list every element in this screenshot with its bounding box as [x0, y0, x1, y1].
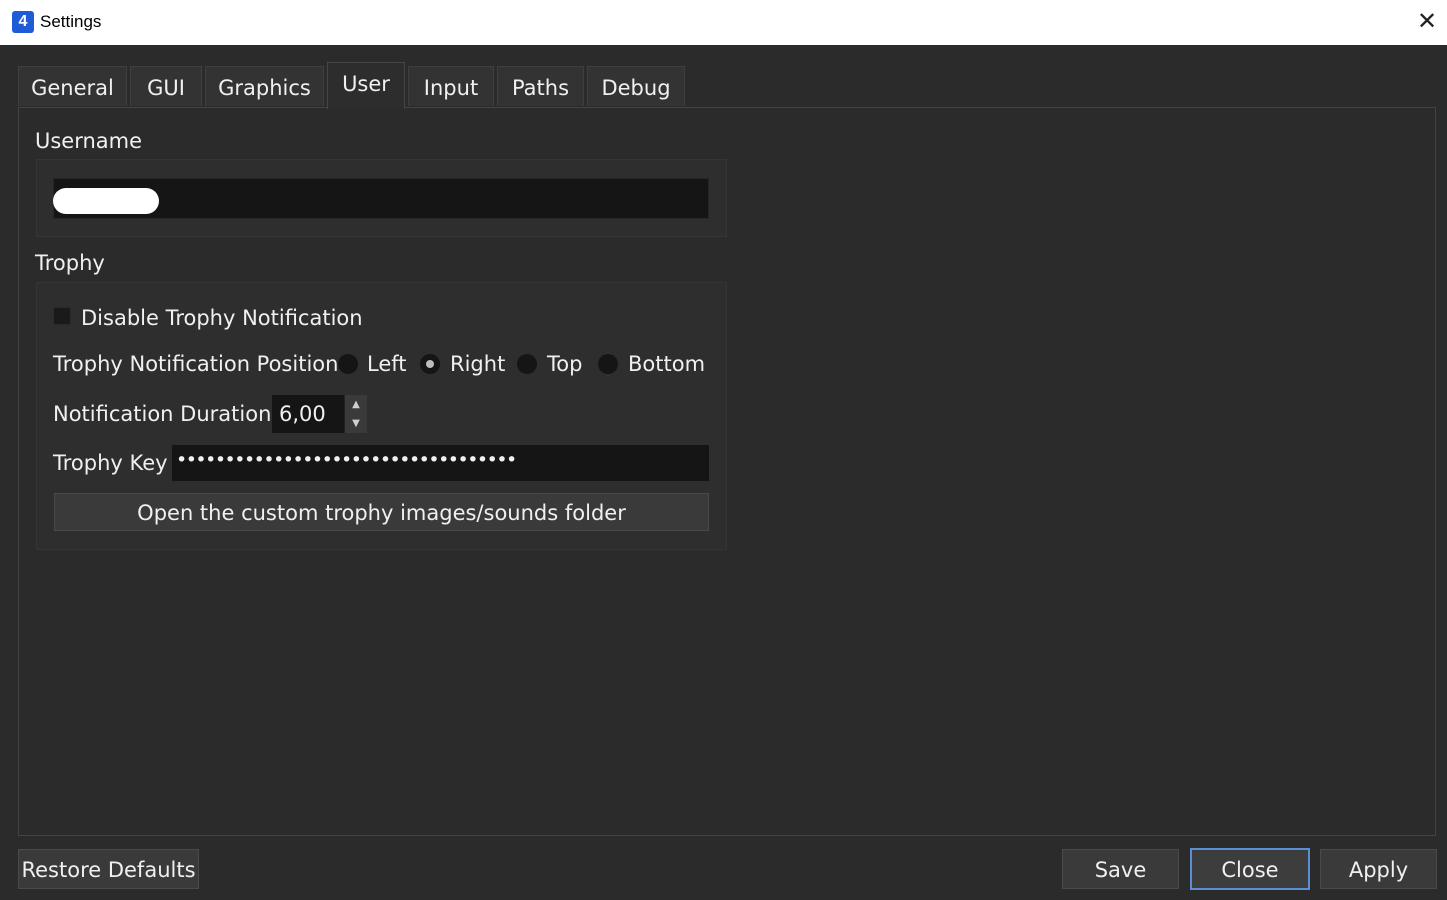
redacted-username: [53, 188, 159, 214]
position-top-radio[interactable]: [517, 354, 537, 374]
tab-general[interactable]: General: [18, 66, 127, 106]
trophy-position-label: Trophy Notification Position: [53, 352, 339, 376]
duration-value[interactable]: 6,00: [279, 402, 326, 426]
disable-trophy-notification-label[interactable]: Disable Trophy Notification: [81, 306, 363, 330]
notification-duration-label: Notification Duration: [53, 402, 272, 426]
open-trophy-folder-button[interactable]: Open the custom trophy images/sounds fol…: [54, 493, 709, 531]
disable-trophy-notification-checkbox[interactable]: [53, 307, 71, 325]
position-right-label[interactable]: Right: [450, 352, 505, 376]
trophy-group-label: Trophy: [35, 251, 105, 275]
position-left-radio[interactable]: [338, 354, 358, 374]
position-bottom-label[interactable]: Bottom: [628, 352, 705, 376]
position-top-label[interactable]: Top: [547, 352, 582, 376]
trophy-key-input[interactable]: •••••••••••••••••••••••••••••••••••: [172, 445, 709, 481]
position-right-radio[interactable]: [420, 354, 440, 374]
restore-defaults-button[interactable]: Restore Defaults: [18, 849, 199, 889]
tab-input[interactable]: Input: [408, 66, 494, 106]
tab-user[interactable]: User: [327, 62, 405, 109]
close-button[interactable]: Close: [1190, 848, 1310, 890]
trophy-key-label: Trophy Key: [53, 451, 168, 475]
window-title: Settings: [40, 12, 102, 31]
title-bar: 4 Settings ✕: [0, 0, 1447, 45]
app-logo-icon: 4: [12, 11, 34, 33]
position-left-label[interactable]: Left: [367, 352, 407, 376]
tab-graphics[interactable]: Graphics: [205, 66, 324, 106]
spin-buttons: ▲ ▼: [344, 395, 367, 433]
tab-debug[interactable]: Debug: [587, 66, 685, 106]
close-window-icon[interactable]: ✕: [1415, 10, 1439, 34]
tab-gui[interactable]: GUI: [130, 66, 202, 106]
spin-down-icon[interactable]: ▼: [345, 414, 367, 433]
username-group-label: Username: [35, 129, 143, 153]
save-button[interactable]: Save: [1062, 849, 1179, 889]
notification-duration-spinbox[interactable]: 6,00 ▲ ▼: [272, 395, 367, 433]
apply-button[interactable]: Apply: [1320, 849, 1437, 889]
tab-paths[interactable]: Paths: [497, 66, 584, 106]
trophy-key-masked-value: •••••••••••••••••••••••••••••••••••: [176, 449, 517, 471]
position-bottom-radio[interactable]: [598, 354, 618, 374]
spin-up-icon[interactable]: ▲: [345, 395, 367, 414]
